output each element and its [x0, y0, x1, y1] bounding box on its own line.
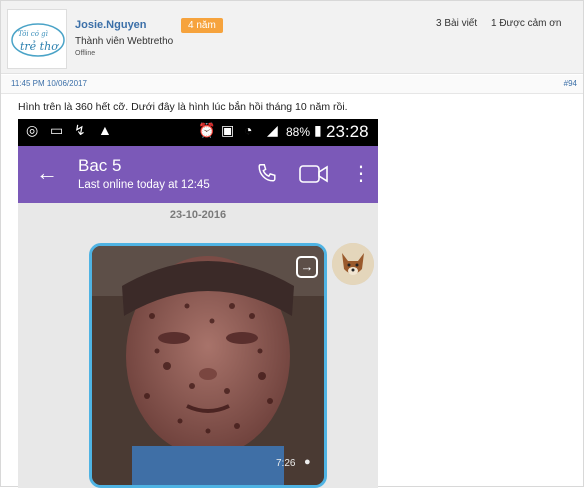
- online-status: Offline: [75, 50, 96, 57]
- post-body-text: Hình trên là 360 hết cỡ. Dưới đây là hìn…: [18, 101, 348, 113]
- post-meta-bar: 11:45 PM 10/06/2017 #94: [1, 75, 583, 94]
- location-pin-icon: ●: [304, 456, 311, 468]
- date-separator: 23-10-2016: [169, 209, 227, 221]
- username-link[interactable]: Josie.Nguyen: [75, 19, 147, 31]
- face-photo-icon: [92, 246, 324, 485]
- dog-avatar-icon: [332, 243, 374, 285]
- thanks-count: 1 Được cảm ơn: [491, 18, 562, 29]
- contact-name: Bac 5: [78, 156, 122, 175]
- video-call-icon[interactable]: [299, 164, 329, 184]
- phone-clock: 23:28: [326, 122, 369, 141]
- avatar[interactable]: Tôi có gì trẻ thơ: [7, 9, 67, 69]
- phone-status-bar: ◎ ▭ ↯ ▲ ⏰ ▣ ◔ ◢ 88% ▮ 23:28: [18, 119, 378, 146]
- missed-call-icon: ↯: [74, 122, 86, 138]
- warning-icon: ▲: [98, 122, 112, 138]
- back-arrow-icon[interactable]: ←: [36, 160, 58, 186]
- forward-icon[interactable]: →: [296, 256, 318, 278]
- photo-time: 7:26: [276, 458, 296, 469]
- post-count: 3 Bài viết: [436, 18, 478, 29]
- phone-call-icon[interactable]: [256, 162, 278, 184]
- forum-post: Tôi có gì trẻ thơ Josie.Nguyen 4 năm Thà…: [0, 0, 584, 488]
- battery-icon: ▮: [314, 122, 322, 138]
- alarm-icon: ⏰: [198, 122, 216, 138]
- settings-icon: ◎: [26, 122, 39, 138]
- post-timestamp: 11:45 PM 10/06/2017: [11, 79, 87, 88]
- svg-text:trẻ thơ: trẻ thơ: [20, 40, 59, 53]
- message-photo[interactable]: → 7:26 ●: [89, 243, 327, 488]
- chat-app-bar: ← Bac 5 Last online today at 12:45 ⋮: [18, 146, 378, 203]
- wifi-icon: ◔: [244, 122, 253, 138]
- membership-badge: 4 năm: [181, 18, 223, 33]
- screenshot-image: ◎ ▭ ↯ ▲ ⏰ ▣ ◔ ◢ 88% ▮ 23:28 ← Bac 5 Last…: [18, 119, 378, 488]
- post-number-link[interactable]: #94: [564, 79, 577, 88]
- sender-avatar[interactable]: [332, 243, 374, 285]
- svg-text:Tôi có gì: Tôi có gì: [18, 30, 48, 38]
- post-header: Tôi có gì trẻ thơ Josie.Nguyen 4 năm Thà…: [1, 1, 583, 74]
- voicemail-icon: ▭: [50, 122, 64, 138]
- last-online-status: Last online today at 12:45: [78, 179, 210, 191]
- member-role: Thành viên Webtretho: [75, 36, 174, 47]
- nfc-icon: ▣: [221, 122, 235, 138]
- avatar-logo-icon: Tôi có gì trẻ thơ: [11, 23, 65, 57]
- signal-icon: ◢: [267, 122, 278, 138]
- battery-percent: 88%: [286, 125, 311, 139]
- more-options-icon[interactable]: ⋮: [351, 164, 371, 184]
